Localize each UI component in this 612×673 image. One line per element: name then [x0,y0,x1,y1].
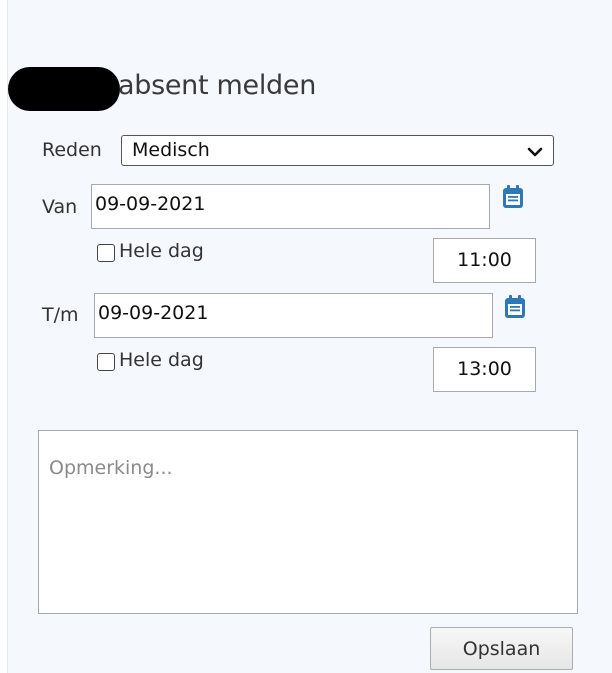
from-whole-day-checkbox[interactable] [97,244,115,262]
from-time-input[interactable]: 11:00 [433,238,536,283]
reason-label: Reden [42,139,102,161]
to-date-input[interactable]: 09-09-2021 [94,293,493,338]
reason-selected-value: Medisch [132,139,210,161]
to-whole-day-label: Hele dag [119,349,204,371]
from-date-value: 09-09-2021 [95,193,206,215]
to-time-input[interactable]: 13:00 [433,347,536,392]
to-label: T/m [42,304,79,326]
save-button-label: Opslaan [462,638,541,660]
from-time-value: 11:00 [457,249,512,271]
redacted-name [8,67,120,111]
form-title: absent melden [118,70,317,101]
to-date-value: 09-09-2021 [98,302,209,324]
to-time-value: 13:00 [457,358,512,380]
remark-textarea[interactable]: Opmerking... [38,430,578,614]
save-button[interactable]: Opslaan [430,627,573,670]
from-date-input[interactable]: 09-09-2021 [91,184,490,229]
remark-placeholder: Opmerking... [49,457,173,479]
from-label: Van [42,196,78,218]
to-whole-day-checkbox[interactable] [97,353,115,371]
calendar-icon[interactable] [502,185,524,209]
calendar-icon[interactable] [504,295,526,319]
reason-select[interactable]: Medisch [121,135,554,166]
chevron-down-icon [527,143,543,162]
from-whole-day-label: Hele dag [119,240,204,262]
